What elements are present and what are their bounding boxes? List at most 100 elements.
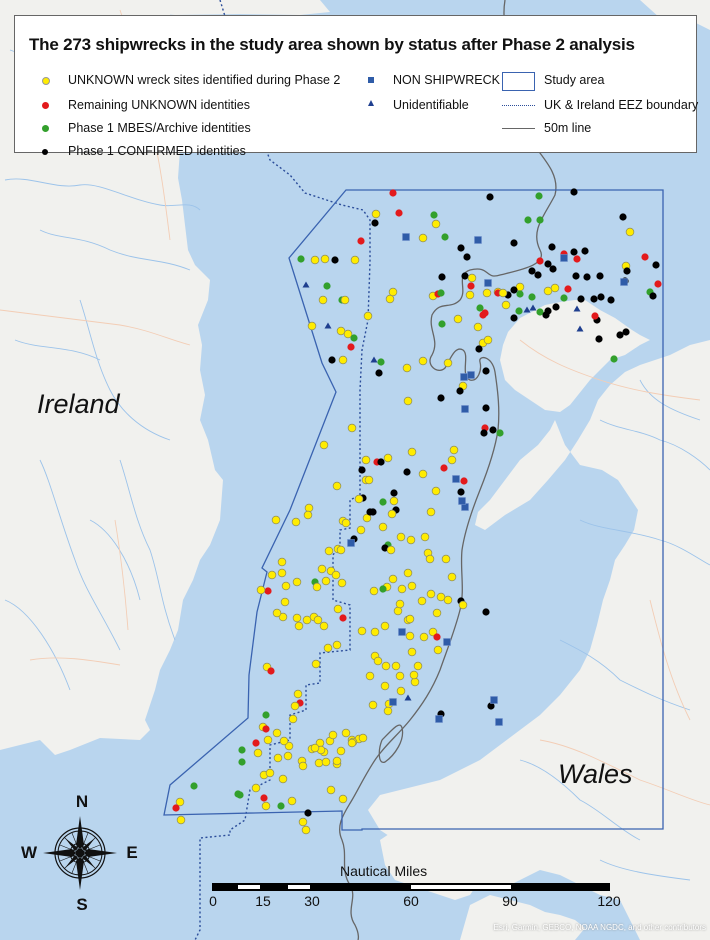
- unknown-phase2-wreck-marker: [332, 756, 342, 766]
- unknown-phase2-wreck-marker: [336, 326, 346, 336]
- unknown-phase2-wreck-marker: [290, 701, 300, 711]
- unknown-phase2-wreck-marker: [498, 288, 508, 298]
- unknown-phase2-wreck-marker: [407, 581, 417, 591]
- unknown-phase2-wreck-marker: [354, 494, 364, 504]
- non-shipwreck-marker: [389, 698, 397, 706]
- legend-eez-line-icon: [502, 105, 535, 106]
- phase1-mbes-wreck-marker: [560, 294, 568, 302]
- unknown-phase2-wreck-marker: [371, 209, 381, 219]
- phase1-confirmed-wreck-marker: [581, 247, 589, 255]
- unknown-phase2-wreck-marker: [357, 626, 367, 636]
- unknown-phase2-wreck-marker: [363, 311, 373, 321]
- unknown-phase2-wreck-marker: [380, 681, 390, 691]
- unknown-phase2-wreck-marker: [426, 589, 436, 599]
- phase1-mbes-wreck-marker: [377, 358, 385, 366]
- phase1-mbes-wreck-marker: [262, 711, 270, 719]
- unknown-phase2-wreck-marker: [407, 647, 417, 657]
- legend-red-circle-icon: [42, 102, 49, 109]
- unknown-phase2-wreck-marker: [288, 714, 298, 724]
- unknown-phase2-wreck-marker: [292, 613, 302, 623]
- unknown-phase2-wreck-marker: [323, 643, 333, 653]
- unknown-phase2-wreck-marker: [449, 445, 459, 455]
- phase1-mbes-wreck-marker: [535, 192, 543, 200]
- unknown-phase2-wreck-marker: [433, 645, 443, 655]
- unknown-phase2-wreck-marker: [418, 356, 428, 366]
- phase1-confirmed-wreck-marker: [616, 331, 624, 339]
- unknown-phase2-wreck-marker: [336, 746, 346, 756]
- unknown-phase2-wreck-marker: [543, 286, 553, 296]
- phase1-confirmed-wreck-marker: [552, 303, 560, 311]
- phase1-confirmed-wreck-marker: [482, 404, 490, 412]
- unknown-phase2-wreck-marker: [395, 599, 405, 609]
- phase1-confirmed-wreck-marker: [304, 809, 312, 817]
- unknown-phase2-wreck-marker: [358, 733, 368, 743]
- legend-panel: The 273 shipwrecks in the study area sho…: [14, 15, 698, 158]
- phase1-confirmed-wreck-marker: [534, 271, 542, 279]
- unknown-phase2-wreck-marker: [482, 288, 492, 298]
- unknown-phase2-wreck-marker: [287, 796, 297, 806]
- phase1-confirmed-wreck-marker: [607, 296, 615, 304]
- unknown-phase2-wreck-marker: [313, 615, 323, 625]
- unknown-phase2-wreck-marker: [426, 507, 436, 517]
- unknown-phase2-wreck-marker: [381, 661, 391, 671]
- non-shipwreck-marker: [560, 254, 568, 262]
- unknown-phase2-wreck-marker: [443, 358, 453, 368]
- legend-item-non-shipwreck: NON SHIPWRECK: [393, 73, 500, 87]
- phase1-confirmed-wreck-marker: [375, 369, 383, 377]
- unknown-phase2-wreck-marker: [311, 659, 321, 669]
- unknown-phase2-wreck-marker: [385, 294, 395, 304]
- remaining-unknown-wreck-marker: [172, 804, 180, 812]
- phase1-mbes-wreck-marker: [524, 216, 532, 224]
- unknown-phase2-wreck-marker: [441, 554, 451, 564]
- unknown-phase2-wreck-marker: [350, 255, 360, 265]
- unknown-phase2-wreck-marker: [332, 481, 342, 491]
- remaining-unknown-wreck-marker: [260, 794, 268, 802]
- unknown-phase2-wreck-marker: [409, 670, 419, 680]
- unknown-phase2-wreck-marker: [338, 355, 348, 365]
- remaining-unknown-wreck-marker: [573, 255, 581, 263]
- legend-item-50m-line: 50m line: [544, 121, 592, 135]
- phase1-confirmed-wreck-marker: [572, 272, 580, 280]
- non-shipwreck-marker: [620, 278, 628, 286]
- unknown-phase2-wreck-marker: [405, 614, 415, 624]
- phase1-mbes-wreck-marker: [437, 289, 445, 297]
- phase1-confirmed-wreck-marker: [457, 244, 465, 252]
- unknown-phase2-wreck-marker: [436, 592, 446, 602]
- unknown-phase2-wreck-marker: [298, 817, 308, 827]
- scale-tick-90: 90: [502, 893, 518, 909]
- unknown-phase2-wreck-marker: [387, 509, 397, 519]
- unknown-phase2-wreck-marker: [314, 758, 324, 768]
- phase1-mbes-wreck-marker: [438, 320, 446, 328]
- unknown-phase2-wreck-marker: [393, 606, 403, 616]
- phase1-mbes-wreck-marker: [476, 304, 484, 312]
- unknown-phase2-wreck-marker: [261, 801, 271, 811]
- unknown-phase2-wreck-marker: [331, 570, 341, 580]
- phase1-mbes-wreck-marker: [528, 293, 536, 301]
- unknown-phase2-wreck-marker: [332, 640, 342, 650]
- non-shipwreck-marker: [467, 371, 475, 379]
- compass-west-label: W: [20, 843, 38, 862]
- phase1-mbes-wreck-marker: [323, 282, 331, 290]
- non-shipwreck-marker: [461, 405, 469, 413]
- phase1-mbes-wreck-marker: [379, 498, 387, 506]
- phase1-confirmed-wreck-marker: [463, 253, 471, 261]
- remaining-unknown-wreck-marker: [433, 633, 441, 641]
- legend-item-unidentifiable: Unidentifiable: [393, 98, 469, 112]
- unknown-phase2-wreck-marker: [407, 447, 417, 457]
- unknown-phase2-wreck-marker: [271, 515, 281, 525]
- unknown-phase2-wreck-marker: [388, 287, 398, 297]
- phase1-mbes-wreck-marker: [190, 782, 198, 790]
- unknown-phase2-wreck-marker: [388, 574, 398, 584]
- unknown-phase2-wreck-marker: [321, 576, 331, 586]
- unknown-phase2-wreck-marker: [383, 453, 393, 463]
- unknown-phase2-wreck-marker: [291, 517, 301, 527]
- phase1-mbes-wreck-marker: [516, 290, 524, 298]
- non-shipwreck-marker: [460, 373, 468, 381]
- legend-black-circle-icon: [42, 149, 48, 155]
- unknown-phase2-wreck-marker: [341, 728, 351, 738]
- unknown-phase2-wreck-marker: [550, 283, 560, 293]
- unknown-phase2-wreck-marker: [292, 577, 302, 587]
- phase1-confirmed-wreck-marker: [489, 426, 497, 434]
- phase1-mbes-wreck-marker: [379, 585, 387, 593]
- phase1-confirmed-wreck-marker: [437, 394, 445, 402]
